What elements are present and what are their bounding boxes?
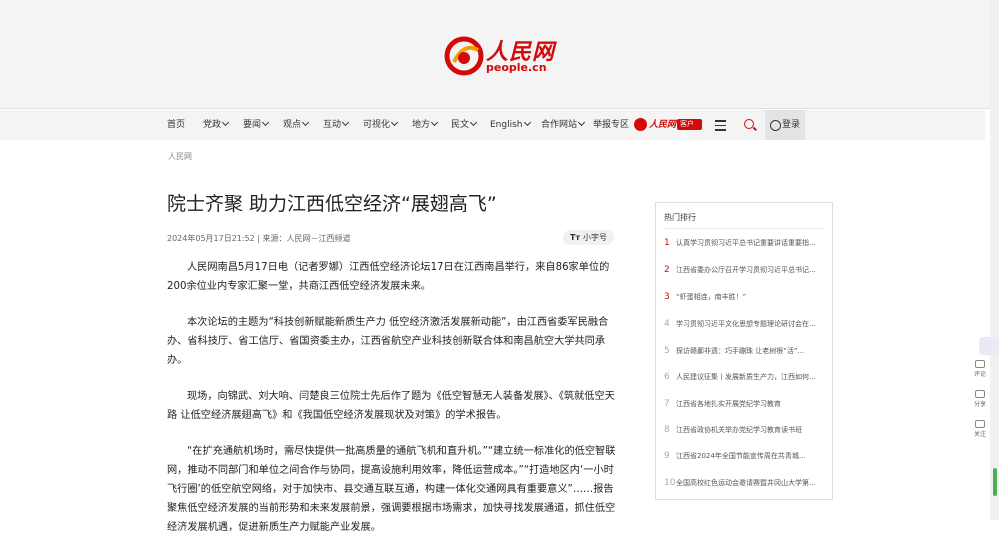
hot-list-item[interactable]: 8 江西省政协机关举办党纪学习教育读书班 bbox=[664, 423, 824, 437]
hot-list-item[interactable]: 4 学习贯彻习近平文化思想专题理论研讨会在... bbox=[664, 317, 824, 331]
breadcrumb[interactable]: 人民网 bbox=[168, 151, 192, 162]
nav-item-english[interactable]: English bbox=[490, 110, 531, 140]
nav-item-visual[interactable]: 可视化 bbox=[363, 110, 399, 140]
scrollbar-track[interactable] bbox=[990, 0, 999, 520]
hot-list-item[interactable]: 9 江西省2024年全国节能宣传周在共青城... bbox=[664, 449, 824, 463]
comment-icon bbox=[975, 360, 985, 368]
article-title: 院士齐聚 助力江西低空经济“展翅高飞” bbox=[167, 193, 497, 215]
nav-item-opinion[interactable]: 观点 bbox=[283, 110, 310, 140]
login-button[interactable]: 登录 bbox=[765, 110, 805, 140]
hamburger-menu-icon[interactable] bbox=[715, 120, 726, 134]
nav-item-news[interactable]: 要闻 bbox=[243, 110, 270, 140]
people-logo[interactable]: 人民网 people.cn bbox=[444, 34, 559, 78]
hot-list-item[interactable]: 7 江西省各地扎实开展党纪学习教育 bbox=[664, 397, 824, 411]
floating-app-icon[interactable] bbox=[979, 337, 999, 355]
main-nav: 首页 党政 要闻 观点 互动 可视化 地方 民文 English 合作网站 举报… bbox=[0, 110, 985, 140]
logo-mark-icon bbox=[444, 36, 484, 76]
chevron-down-icon bbox=[430, 118, 439, 127]
chevron-down-icon bbox=[261, 118, 270, 127]
hot-ranking-title: 热门排行 bbox=[664, 213, 696, 222]
nav-item-interact[interactable]: 互动 bbox=[323, 110, 350, 140]
share-button[interactable]: 分享 bbox=[969, 390, 991, 416]
follow-icon bbox=[975, 420, 985, 428]
hot-list-item[interactable]: 3 “虾蛋相连，南丰胜！” bbox=[664, 290, 824, 304]
nav-item-report[interactable]: 举报专区 bbox=[593, 110, 629, 140]
side-toolbar: 评论 分享 关注 bbox=[969, 356, 991, 446]
article-body: 人民网南昌5月17日电（记者罗娜）江西低空经济论坛17日在江西南昌举行，来自86… bbox=[167, 258, 617, 554]
hot-list-item[interactable]: 1 认真学习贯彻习近平总书记重要讲话重要指... bbox=[664, 236, 824, 250]
chevron-down-icon bbox=[341, 118, 350, 127]
comment-button[interactable]: 评论 bbox=[969, 360, 991, 386]
hot-ranking-panel: 热门排行 1 认真学习贯彻习近平总书记重要讲话重要指... 2 江西省委办公厅召开学… bbox=[655, 202, 833, 500]
login-label: 登录 bbox=[782, 120, 801, 130]
share-icon bbox=[975, 390, 985, 398]
app-download-link[interactable]: 人民网+ 客户端 bbox=[634, 118, 702, 139]
hot-list-item[interactable]: 10全国高校红色运动会邀请赛暨井冈山大学第... bbox=[664, 476, 824, 490]
hot-list-item[interactable]: 2 江西省委办公厅召开学习贯彻习近平总书记... bbox=[664, 263, 824, 277]
article-paragraph: 现场，向锦武、刘大响、闫楚良三位院士先后作了题为《低空智慧无人装备发展》、《筑就… bbox=[167, 391, 615, 421]
article-meta: 2024年05月17日21:52 | 来源：人民网－江西频道 bbox=[167, 234, 351, 243]
app-logo-icon bbox=[634, 118, 647, 131]
site-header: 人民网 people.cn bbox=[0, 0, 999, 109]
chevron-down-icon bbox=[469, 118, 478, 127]
nav-item-local[interactable]: 地方 bbox=[412, 110, 439, 140]
chevron-down-icon bbox=[577, 118, 586, 127]
divider bbox=[664, 228, 824, 229]
chevron-down-icon bbox=[301, 118, 310, 127]
app-tag: 客户端 bbox=[677, 119, 702, 139]
scrollbar-thumb[interactable] bbox=[993, 468, 997, 496]
nav-item-party[interactable]: 党政 bbox=[203, 110, 230, 140]
article-paragraph: 人民网南昌5月17日电（记者罗娜）江西低空经济论坛17日在江西南昌举行，来自86… bbox=[167, 262, 610, 292]
article-paragraph: 本次论坛的主题为“科技创新赋能新质生产力 低空经济激活发展新动能”，由江西省委军… bbox=[167, 317, 609, 366]
follow-button[interactable]: 关注 bbox=[969, 420, 991, 446]
chevron-down-icon bbox=[523, 118, 531, 127]
user-icon bbox=[770, 120, 781, 131]
search-icon[interactable] bbox=[744, 119, 754, 129]
chevron-down-icon bbox=[390, 118, 399, 127]
article-paragraph: “在扩充通航机场时，需尽快提供一批高质量的通航飞机和直升机。”“建立统一标准化的… bbox=[167, 446, 616, 533]
logo-text-en: people.cn bbox=[486, 61, 547, 74]
chevron-down-icon bbox=[221, 118, 230, 127]
hot-list-item[interactable]: 6 人民建议征集丨发展新质生产力，江西如何... bbox=[664, 370, 824, 384]
font-size-toggle-button[interactable]: Tт 小字号 bbox=[563, 230, 614, 245]
nav-item-partners[interactable]: 合作网站 bbox=[541, 110, 586, 140]
nav-item-home[interactable]: 首页 bbox=[167, 110, 185, 140]
nav-item-ethnic[interactable]: 民文 bbox=[451, 110, 478, 140]
hot-list-item[interactable]: 5 探访赣鄱非遗：巧手蹦珠 让老树根“活”... bbox=[664, 344, 824, 358]
font-size-icon: Tт bbox=[569, 233, 581, 242]
